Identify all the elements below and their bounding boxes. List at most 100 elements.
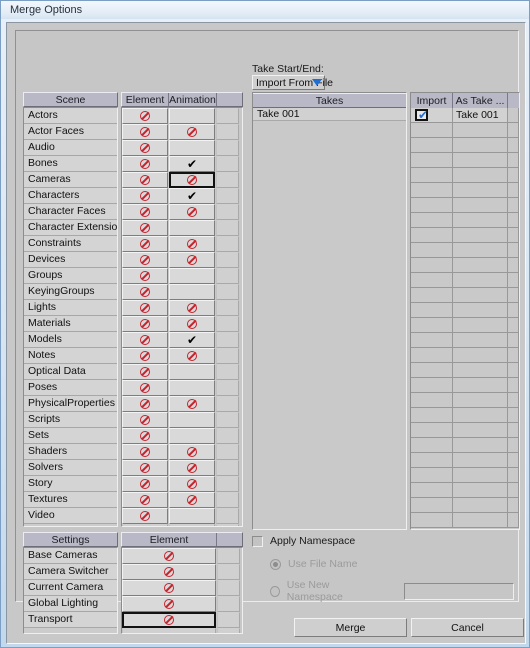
table-row-label[interactable]: Poses [24, 380, 117, 396]
new-namespace-input[interactable] [403, 582, 515, 600]
table-row-label[interactable]: Notes [24, 348, 117, 364]
cell-element[interactable] [122, 268, 168, 284]
cell-element[interactable] [122, 332, 168, 348]
table-row-label[interactable]: Current Camera [24, 580, 117, 596]
cell-animation[interactable] [169, 140, 215, 156]
table-row-label[interactable]: Sets [24, 428, 117, 444]
cell-animation[interactable] [169, 348, 215, 364]
cell-element[interactable] [122, 412, 168, 428]
table-row-label[interactable]: Groups [24, 268, 117, 284]
table-row-label[interactable]: Cameras [24, 172, 117, 188]
cell-element[interactable] [122, 316, 168, 332]
cell-animation[interactable] [169, 412, 215, 428]
cell-element[interactable] [122, 548, 216, 564]
table-row-label[interactable]: PhysicalProperties [24, 396, 117, 412]
cell-element[interactable] [122, 124, 168, 140]
cell-element[interactable] [122, 396, 168, 412]
cell-animation[interactable] [169, 396, 215, 412]
cell-element[interactable] [122, 236, 168, 252]
cell-animation[interactable] [169, 172, 215, 188]
use-file-name-radio[interactable] [270, 558, 281, 570]
cell-element[interactable] [122, 348, 168, 364]
cell-element[interactable] [122, 460, 168, 476]
table-row-label[interactable]: Base Cameras [24, 548, 117, 564]
cell-animation[interactable] [169, 508, 215, 524]
cell-element[interactable] [122, 300, 168, 316]
cell-element[interactable] [122, 596, 216, 612]
table-row-label[interactable]: Audio [24, 140, 117, 156]
merge-button[interactable]: Merge [294, 618, 407, 637]
cell-animation[interactable] [169, 316, 215, 332]
scene-value-grid[interactable]: ✔ ✔ ✔ [121, 107, 243, 527]
table-row-label[interactable]: Devices [24, 252, 117, 268]
cell-element[interactable] [122, 220, 168, 236]
cell-animation[interactable] [169, 476, 215, 492]
apply-namespace-row[interactable]: Apply Namespace [252, 535, 514, 547]
cell-animation[interactable] [169, 444, 215, 460]
table-row-label[interactable]: Video [24, 508, 117, 524]
cancel-button[interactable]: Cancel [411, 618, 524, 637]
cell-element[interactable] [122, 508, 168, 524]
table-row-label[interactable]: Solvers [24, 460, 117, 476]
table-row-label[interactable]: Textures [24, 492, 117, 508]
take-list-item[interactable]: Take 001 [253, 108, 406, 121]
cell-animation[interactable] [169, 204, 215, 220]
table-row-label[interactable]: Camera Switcher [24, 564, 117, 580]
cell-element[interactable] [122, 580, 216, 596]
cell-element[interactable] [122, 380, 168, 396]
use-new-namespace-row[interactable]: Use New Namespace [270, 579, 515, 603]
cell-animation[interactable] [169, 284, 215, 300]
cell-element[interactable] [122, 428, 168, 444]
cell-animation[interactable] [169, 268, 215, 284]
table-row-label[interactable]: Characters [24, 188, 117, 204]
cell-animation[interactable] [169, 364, 215, 380]
as-take-cell[interactable]: Take 001 [453, 108, 508, 123]
cell-animation[interactable] [169, 428, 215, 444]
table-row-label[interactable]: Optical Data [24, 364, 117, 380]
cell-element[interactable] [122, 492, 168, 508]
apply-namespace-checkbox[interactable] [252, 535, 263, 547]
cell-animation[interactable] [169, 108, 215, 124]
use-file-name-row[interactable]: Use File Name [270, 558, 514, 570]
table-row-label[interactable]: Actors [24, 108, 117, 124]
table-row-label[interactable]: Lights [24, 300, 117, 316]
table-row-label[interactable]: Shaders [24, 444, 117, 460]
table-row-label[interactable]: Scripts [24, 412, 117, 428]
cell-animation[interactable] [169, 220, 215, 236]
cell-element[interactable] [122, 252, 168, 268]
cell-element[interactable] [122, 204, 168, 220]
cell-animation[interactable]: ✔ [169, 156, 215, 172]
table-row-label[interactable]: Materials [24, 316, 117, 332]
import-source-dropdown[interactable]: Import From File [252, 75, 333, 90]
cell-element[interactable] [122, 476, 168, 492]
cell-element[interactable] [122, 284, 168, 300]
cell-element[interactable] [122, 564, 216, 580]
table-row-label[interactable]: Story [24, 476, 117, 492]
cell-animation[interactable] [169, 236, 215, 252]
import-rows[interactable]: ✔ Take 001 [411, 108, 519, 528]
table-row-label[interactable]: Models [24, 332, 117, 348]
table-row-label[interactable]: KeyingGroups [24, 284, 117, 300]
table-row-label[interactable]: Constraints [24, 236, 117, 252]
cell-element[interactable] [122, 188, 168, 204]
cell-element[interactable] [122, 444, 168, 460]
table-row-label[interactable]: Character Extensions [24, 220, 117, 236]
cell-animation[interactable] [169, 492, 215, 508]
cell-element[interactable] [122, 364, 168, 380]
cell-animation[interactable]: ✔ [169, 188, 215, 204]
cell-animation[interactable] [169, 252, 215, 268]
takes-list[interactable]: Take 001 [253, 108, 406, 121]
table-row-label[interactable]: Bones [24, 156, 117, 172]
cell-element[interactable] [122, 108, 168, 124]
cell-animation[interactable] [169, 380, 215, 396]
use-new-namespace-radio[interactable] [270, 585, 280, 597]
cell-animation[interactable]: ✔ [169, 332, 215, 348]
import-checkbox[interactable]: ✔ [415, 109, 428, 121]
cell-element[interactable] [122, 156, 168, 172]
import-checkbox-cell[interactable]: ✔ [411, 108, 453, 123]
cell-element[interactable] [122, 172, 168, 188]
cell-animation[interactable] [169, 124, 215, 140]
table-row-label[interactable]: Character Faces [24, 204, 117, 220]
table-row-label[interactable]: Actor Faces [24, 124, 117, 140]
table-row-label[interactable]: Global Lighting [24, 596, 117, 612]
